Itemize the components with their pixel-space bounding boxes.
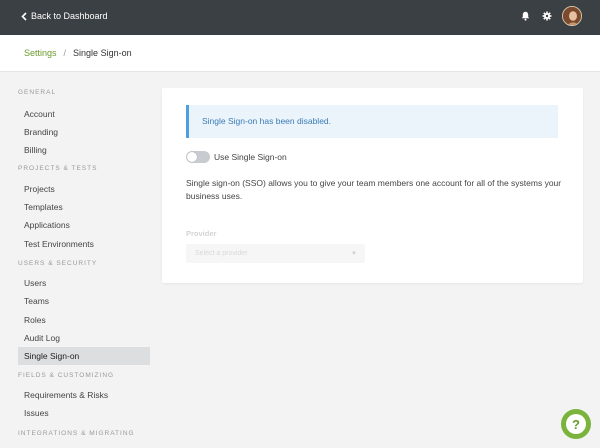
back-to-dashboard-link[interactable]: Back to Dashboard	[21, 11, 108, 21]
sidebar-item-projects[interactable]: Projects	[18, 180, 150, 198]
question-mark-icon: ?	[566, 414, 586, 434]
breadcrumb-settings-link[interactable]: Settings	[24, 48, 57, 58]
top-bar: Back to Dashboard	[0, 0, 600, 35]
sidebar-item-teams[interactable]: Teams	[18, 292, 150, 310]
breadcrumb: Settings / Single Sign-on	[24, 48, 132, 58]
sidebar-item-branding[interactable]: Branding	[18, 123, 150, 141]
chevron-left-icon	[21, 11, 27, 21]
bell-icon[interactable]	[518, 9, 532, 23]
top-icons	[510, 6, 582, 26]
sidebar-item-issues[interactable]: Issues	[18, 404, 150, 422]
sidebar-section-projects-tests: PROJECTS & TESTS	[18, 165, 98, 172]
sso-settings-card: Single Sign-on has been disabled. Use Si…	[162, 88, 583, 283]
breadcrumb-bar: Settings / Single Sign-on	[0, 35, 600, 72]
sidebar-item-audit-log[interactable]: Audit Log	[18, 329, 150, 347]
sidebar-item-applications[interactable]: Applications	[18, 216, 150, 234]
sidebar-section-general: GENERAL	[18, 89, 57, 96]
avatar[interactable]	[562, 6, 582, 26]
sidebar: GENERAL Account Branding Billing PROJECT…	[0, 72, 160, 448]
status-alert: Single Sign-on has been disabled.	[186, 105, 558, 138]
page-title: Single Sign-on	[73, 48, 132, 58]
gear-icon[interactable]	[540, 9, 554, 23]
toggle-knob	[187, 152, 197, 162]
sso-toggle-row: Use Single Sign-on	[186, 151, 287, 163]
help-button[interactable]: ?	[561, 409, 591, 439]
sidebar-item-users[interactable]: Users	[18, 274, 150, 292]
provider-placeholder: Select a provider	[195, 250, 248, 257]
sidebar-item-roles[interactable]: Roles	[18, 311, 150, 329]
sso-toggle[interactable]	[186, 151, 210, 163]
sidebar-section-integrations-migrating: INTEGRATIONS & MIGRATING	[18, 430, 135, 437]
sidebar-section-fields-customizing: FIELDS & CUSTOMIZING	[18, 372, 115, 379]
sidebar-section-users-security: USERS & SECURITY	[18, 260, 98, 267]
sidebar-item-single-sign-on[interactable]: Single Sign-on	[18, 347, 150, 365]
sidebar-item-test-environments[interactable]: Test Environments	[18, 235, 150, 253]
sidebar-item-requirements-risks[interactable]: Requirements & Risks	[18, 386, 150, 404]
breadcrumb-separator: /	[63, 48, 67, 58]
back-label: Back to Dashboard	[31, 11, 108, 21]
provider-select[interactable]: Select a provider ▼	[186, 244, 365, 263]
chevron-down-icon: ▼	[351, 251, 357, 257]
sso-toggle-label: Use Single Sign-on	[214, 152, 287, 162]
sidebar-item-billing[interactable]: Billing	[18, 141, 150, 159]
sso-description: Single sign-on (SSO) allows you to give …	[186, 178, 562, 201]
provider-label: Provider	[186, 229, 217, 238]
sidebar-item-templates[interactable]: Templates	[18, 198, 150, 216]
sidebar-item-account[interactable]: Account	[18, 105, 150, 123]
